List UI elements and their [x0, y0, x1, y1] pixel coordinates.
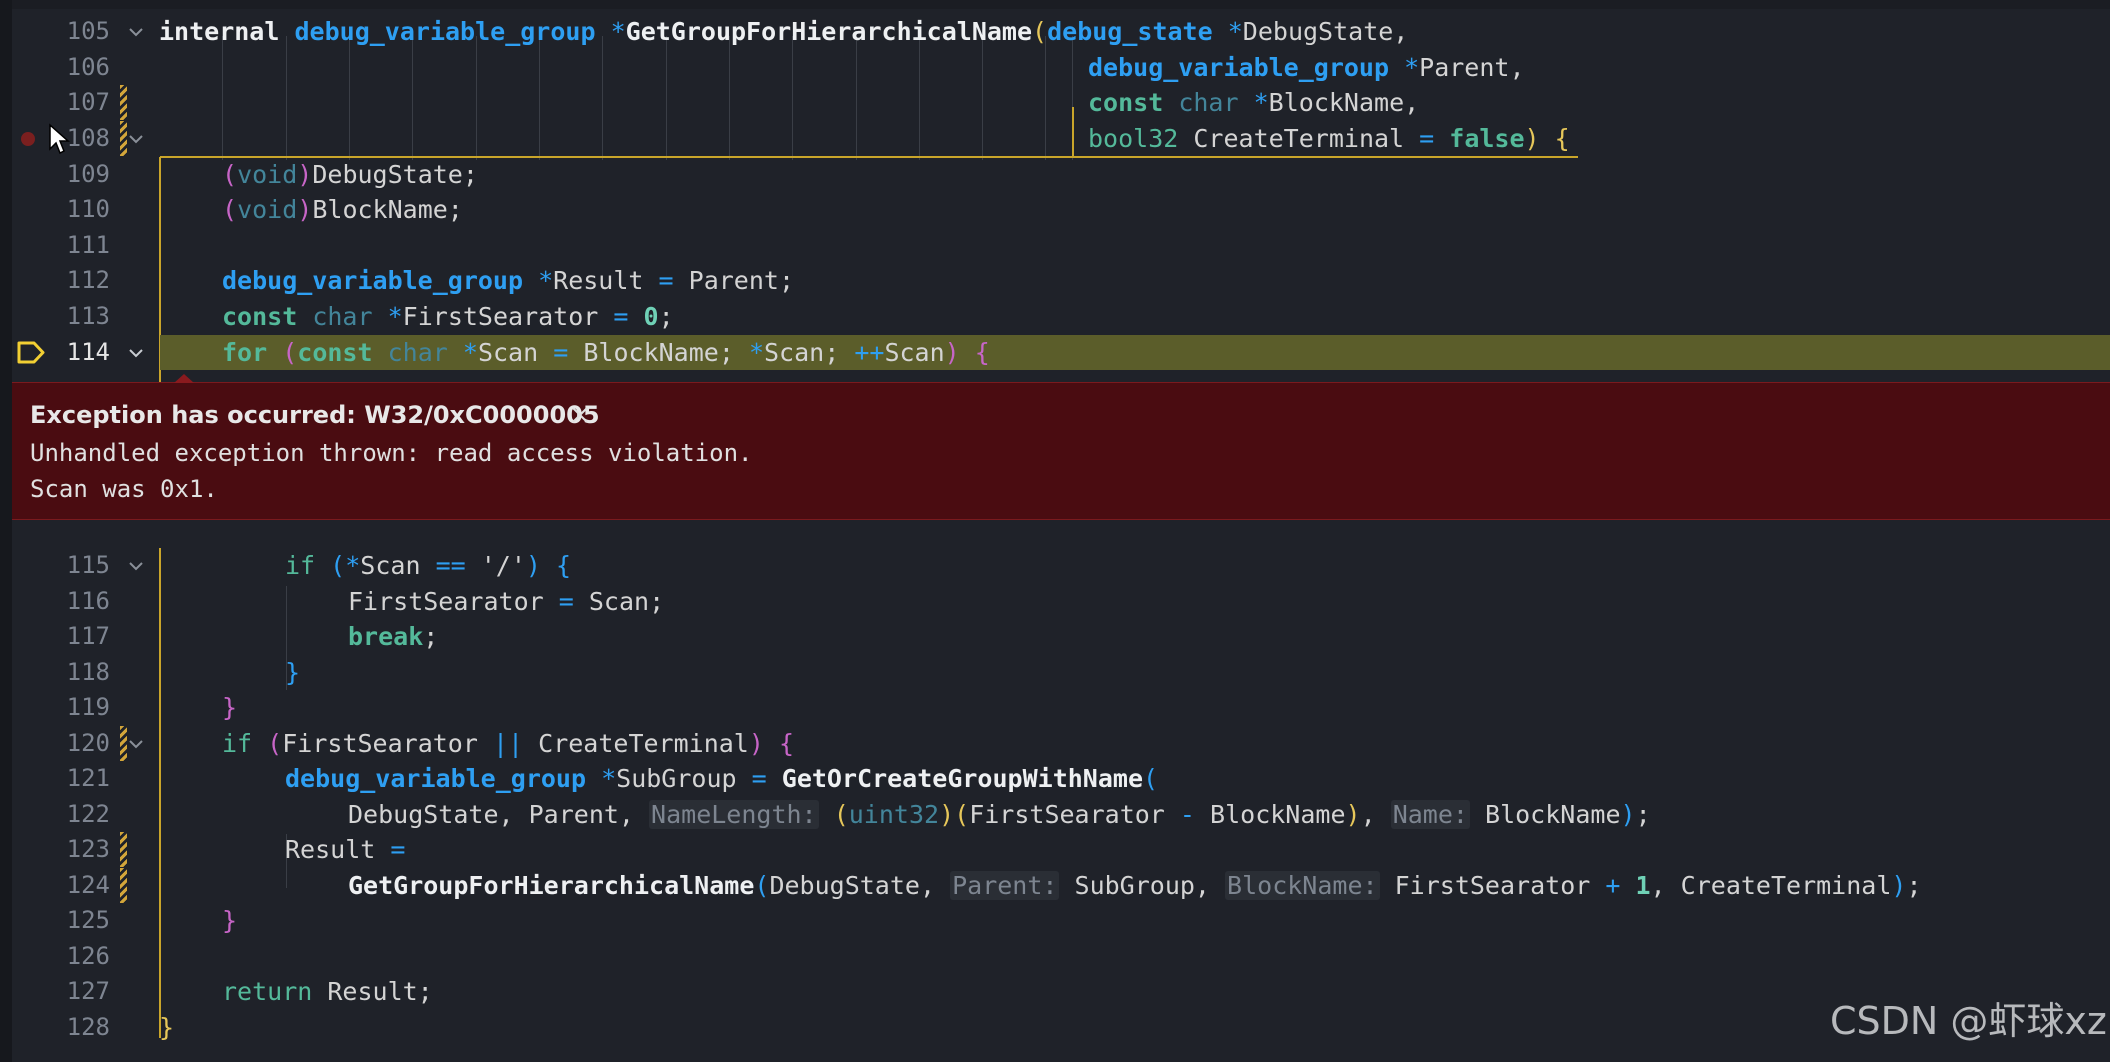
line-number: 120 [66, 729, 110, 757]
line-number: 117 [66, 622, 110, 650]
code-text: (void)BlockName; [222, 195, 463, 224]
code-line-110[interactable]: 110 (void)BlockName; [0, 192, 2110, 227]
code-line-108[interactable]: 108 bool32 CreateTerminal = false) { [0, 121, 2110, 156]
watermark: CSDN @虾球xz [1830, 999, 2107, 1043]
modified-marker [120, 832, 127, 867]
code-line-106[interactable]: 106 debug_variable_group *Parent, [0, 50, 2110, 85]
code-text: } [159, 1013, 175, 1042]
line-number: 106 [66, 53, 110, 81]
code-text: break; [348, 622, 439, 651]
exception-widget: Exception has occurred: W32/0xC0000005 U… [12, 374, 2110, 520]
modified-marker [120, 85, 127, 120]
line-number: 126 [66, 942, 110, 970]
line-number: 107 [66, 88, 110, 116]
code-line-111[interactable]: 111 [0, 228, 2110, 263]
chevron-down-icon[interactable] [126, 556, 146, 576]
inlay-hint: Parent: [950, 871, 1060, 900]
line-number: 105 [66, 17, 110, 45]
code-text: Result = [285, 835, 406, 864]
line-number: 115 [66, 551, 110, 579]
code-text: debug_variable_group *Parent, [1088, 53, 1525, 82]
line-number: 123 [66, 835, 110, 863]
exception-message: Unhandled exception thrown: read access … [30, 439, 753, 467]
code-text: (void)DebugState; [222, 160, 478, 189]
code-line-122[interactable]: 122 DebugState, Parent, NameLength: (uin… [0, 797, 2110, 832]
code-line-114[interactable]: 114 for (const char *Scan = BlockName; *… [0, 335, 2110, 370]
code-line-123[interactable]: 123 Result = [0, 832, 2110, 867]
code-line-117[interactable]: 117 break; [0, 619, 2110, 654]
code-line-107[interactable]: 107 const char *BlockName, [0, 85, 2110, 120]
breakpoint-dot-icon[interactable] [21, 132, 35, 146]
chevron-down-icon[interactable] [126, 343, 146, 363]
code-line-125[interactable]: 125 } [0, 903, 2110, 938]
code-line-127[interactable]: 127 return Result; [0, 974, 2110, 1009]
exception-message: Scan was 0x1. [30, 475, 218, 503]
line-number: 110 [66, 195, 110, 223]
code-text: FirstSearator = Scan; [348, 587, 665, 616]
code-line-118[interactable]: 118 } [0, 655, 2110, 690]
code-line-120[interactable]: 120 if (FirstSearator || CreateTerminal)… [0, 726, 2110, 761]
code-text: GetGroupForHierarchicalName(DebugState, … [348, 871, 1922, 900]
inlay-hint: BlockName: [1225, 871, 1380, 900]
inlay-hint: NameLength: [649, 800, 819, 829]
line-number: 121 [66, 764, 110, 792]
line-number: 125 [66, 906, 110, 934]
code-text: DebugState, Parent, NameLength: (uint32)… [348, 800, 1651, 829]
line-number: 114 [66, 338, 110, 366]
line-number: 127 [66, 977, 110, 1005]
code-line-128[interactable]: 128 } [0, 1010, 2110, 1045]
line-number: 122 [66, 800, 110, 828]
line-number: 118 [66, 658, 110, 686]
code-line-121[interactable]: 121 debug_variable_group *SubGroup = Get… [0, 761, 2110, 796]
close-icon[interactable] [570, 405, 590, 425]
code-editor[interactable]: 105 internal debug_variable_group *GetGr… [0, 0, 2110, 1062]
code-text: const char *FirstSearator = 0; [222, 302, 674, 331]
chevron-down-icon[interactable] [126, 734, 146, 754]
code-text: } [222, 693, 238, 722]
inlay-hint: Name: [1390, 800, 1470, 829]
line-number: 108 [66, 124, 110, 152]
code-line-116[interactable]: 116 FirstSearator = Scan; [0, 584, 2110, 619]
code-text: bool32 CreateTerminal = false) { [1088, 124, 1570, 153]
code-line-113[interactable]: 113 const char *FirstSearator = 0; [0, 299, 2110, 334]
code-text: for (const char *Scan = BlockName; *Scan… [222, 338, 990, 367]
top-strip [0, 0, 2110, 9]
code-line-124[interactable]: 124 GetGroupForHierarchicalName(DebugSta… [0, 868, 2110, 903]
line-number: 124 [66, 871, 110, 899]
chevron-down-icon[interactable] [126, 22, 146, 42]
chevron-down-icon[interactable] [126, 129, 146, 149]
exception-title: Exception has occurred: W32/0xC0000005 [30, 401, 600, 429]
line-number: 112 [66, 266, 110, 294]
code-line-126[interactable]: 126 [0, 939, 2110, 974]
code-text: debug_variable_group *SubGroup = GetOrCr… [285, 764, 1159, 793]
exception-pointer [174, 374, 194, 383]
code-text: if (*Scan == '/') { [285, 551, 572, 580]
code-text: } [285, 658, 301, 687]
code-text: return Result; [222, 977, 433, 1006]
line-number: 119 [66, 693, 110, 721]
code-line-115[interactable]: 115 if (*Scan == '/') { [0, 548, 2110, 583]
code-text: debug_variable_group *Result = Parent; [222, 266, 795, 295]
code-line-109[interactable]: 109 (void)DebugState; [0, 157, 2110, 192]
code-line-112[interactable]: 112 debug_variable_group *Result = Paren… [0, 263, 2110, 298]
line-number: 111 [66, 231, 110, 259]
modified-marker [120, 868, 127, 903]
code-line-119[interactable]: 119 } [0, 690, 2110, 725]
line-number: 128 [66, 1013, 110, 1041]
line-number: 109 [66, 160, 110, 188]
code-line-105[interactable]: 105 internal debug_variable_group *GetGr… [0, 14, 2110, 49]
code-text: internal debug_variable_group *GetGroupF… [159, 17, 1409, 46]
line-number: 113 [66, 302, 110, 330]
code-text: } [222, 906, 238, 935]
code-text: if (FirstSearator || CreateTerminal) { [222, 729, 795, 758]
code-text: const char *BlockName, [1088, 88, 1420, 117]
line-number: 116 [66, 587, 110, 615]
